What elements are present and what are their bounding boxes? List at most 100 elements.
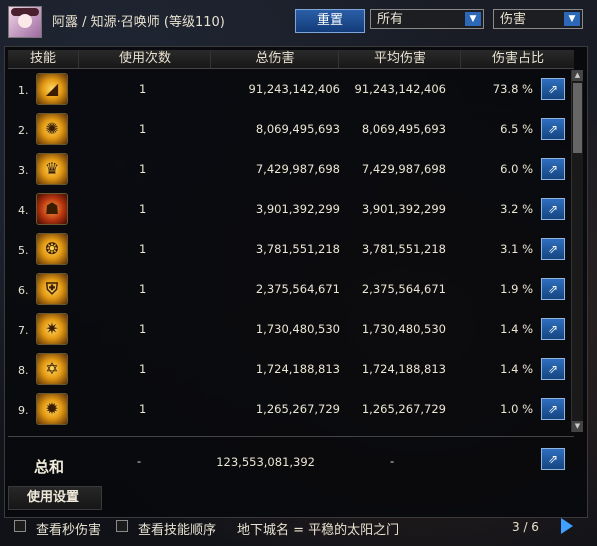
uses-cell: 1 [139,362,147,376]
share-icon[interactable]: ⇗ [541,198,565,220]
hex-rune-skill-icon: ✡ [36,353,68,385]
totals-average-damage: - [390,454,395,468]
uses-cell: 1 [139,202,147,216]
average-damage-cell: 91,243,142,406 [354,82,446,96]
average-damage-cell: 1,265,267,729 [361,402,446,416]
damage-share-cell: 6.0 % [500,162,533,176]
demon-face-skill-icon: ☗ [36,193,68,225]
page-indicator: 3 / 6 [512,520,539,534]
average-damage-cell: 1,724,188,813 [361,362,446,376]
share-icon[interactable]: ⇗ [541,78,565,100]
row-index: 1. [18,84,29,97]
total-damage-cell: 1,730,480,530 [255,322,340,336]
table-row: 8. ✡ 1 1,724,188,813 1,724,188,813 1.4 %… [8,350,570,390]
share-icon[interactable]: ⇗ [541,318,565,340]
table-row: 4. ☗ 1 3,901,392,299 3,901,392,299 3.2 %… [8,190,570,230]
table-header: 技能 使用次数 总伤害 平均伤害 伤害占比 [8,50,574,69]
row-index: 6. [18,284,29,297]
table-row: 7. ✷ 1 1,730,480,530 1,730,480,530 1.4 %… [8,310,570,350]
instant-damage-label: 查看秒伤害 [36,523,102,538]
skill-order-label: 查看技能顺序 [138,523,217,538]
chevron-down-icon: ▼ [465,12,481,26]
total-damage-cell: 7,429,987,698 [255,162,340,176]
reset-button[interactable]: 重置 [295,9,365,33]
table-row: 1. ◢ 1 91,243,142,406 91,243,142,406 73.… [8,70,570,110]
row-index: 5. [18,244,29,257]
uses-cell: 1 [139,282,147,296]
star-burst-skill-icon: ✷ [36,313,68,345]
table-row: 5. ❂ 1 3,781,551,218 3,781,551,218 3.1 %… [8,230,570,270]
uses-cell: 1 [139,82,147,96]
chevron-down-icon: ▼ [564,12,580,26]
horn-skill-icon: ◢ [36,73,68,105]
flame-rune-skill-icon: ✹ [36,393,68,425]
row-index: 7. [18,324,29,337]
total-damage-cell: 8,069,495,693 [255,122,340,136]
filter-select[interactable]: 所有 ▼ [370,9,484,29]
row-index: 4. [18,204,29,217]
row-index: 8. [18,364,29,377]
damage-share-cell: 1.4 % [500,322,533,336]
damage-share-cell: 1.9 % [500,282,533,296]
crown-skill-icon: ♛ [36,153,68,185]
scroll-thumb[interactable] [573,83,582,153]
column-header-skill[interactable]: 技能 [8,50,78,68]
column-header-average-damage[interactable]: 平均伤害 [338,50,461,68]
top-bar: 阿露 / 知源·召唤师 (等级110) 重置 所有 ▼ 伤害 ▼ [0,0,597,42]
damage-share-cell: 1.0 % [500,402,533,416]
metric-select-value: 伤害 [500,12,527,27]
table-scrollbar[interactable]: ▲ ▼ [571,70,583,432]
damage-share-cell: 1.4 % [500,362,533,376]
share-icon[interactable]: ⇗ [541,448,565,470]
totals-label: 总和 [34,458,65,476]
dungeon-name: 地下城名 = 平稳的太阳之门 [237,523,400,538]
totals-total-damage: 123,553,081,392 [216,455,315,469]
damage-share-cell: 6.5 % [500,122,533,136]
column-header-damage-share[interactable]: 伤害占比 [460,50,575,68]
average-damage-cell: 7,429,987,698 [361,162,446,176]
average-damage-cell: 2,375,564,671 [361,282,446,296]
average-damage-cell: 3,901,392,299 [361,202,446,216]
total-damage-cell: 1,724,188,813 [255,362,340,376]
scroll-up-icon[interactable]: ▲ [572,70,583,81]
uses-cell: 1 [139,322,147,336]
fire-spirit-skill-icon: ❂ [36,233,68,265]
uses-cell: 1 [139,242,147,256]
table-row: 9. ✹ 1 1,265,267,729 1,265,267,729 1.0 %… [8,390,570,430]
shield-skill-icon: ⛨ [36,273,68,305]
total-damage-cell: 91,243,142,406 [248,82,340,96]
column-header-uses[interactable]: 使用次数 [78,50,211,68]
share-icon[interactable]: ⇗ [541,118,565,140]
totals-uses: - [137,454,142,468]
column-header-total-damage[interactable]: 总伤害 [210,50,339,68]
share-icon[interactable]: ⇗ [541,158,565,180]
share-icon[interactable]: ⇗ [541,358,565,380]
total-damage-cell: 3,781,551,218 [255,242,340,256]
share-icon[interactable]: ⇗ [541,278,565,300]
share-icon[interactable]: ⇗ [541,238,565,260]
skill-order-checkbox[interactable] [116,520,128,532]
total-damage-cell: 3,901,392,299 [255,202,340,216]
damage-share-cell: 3.1 % [500,242,533,256]
scroll-down-icon[interactable]: ▼ [572,421,583,432]
share-icon[interactable]: ⇗ [541,398,565,420]
filter-select-value: 所有 [377,12,404,27]
average-damage-cell: 1,730,480,530 [361,322,446,336]
metric-select[interactable]: 伤害 ▼ [493,9,583,29]
table-row: 6. ⛨ 1 2,375,564,671 2,375,564,671 1.9 %… [8,270,570,310]
usage-settings-button[interactable]: 使用设置 [8,486,102,510]
average-damage-cell: 8,069,495,693 [361,122,446,136]
sun-rune-skill-icon: ✺ [36,113,68,145]
total-damage-cell: 1,265,267,729 [255,402,340,416]
next-page-icon[interactable] [561,518,573,534]
character-name: 阿露 / 知源·召唤师 (等级110) [52,15,225,30]
row-index: 3. [18,164,29,177]
damage-share-cell: 3.2 % [500,202,533,216]
table-row: 2. ✺ 1 8,069,495,693 8,069,495,693 6.5 %… [8,110,570,150]
totals-divider [8,436,574,437]
instant-damage-checkbox[interactable] [14,520,26,532]
character-avatar [8,6,42,38]
row-index: 9. [18,404,29,417]
average-damage-cell: 3,781,551,218 [361,242,446,256]
total-damage-cell: 2,375,564,671 [255,282,340,296]
